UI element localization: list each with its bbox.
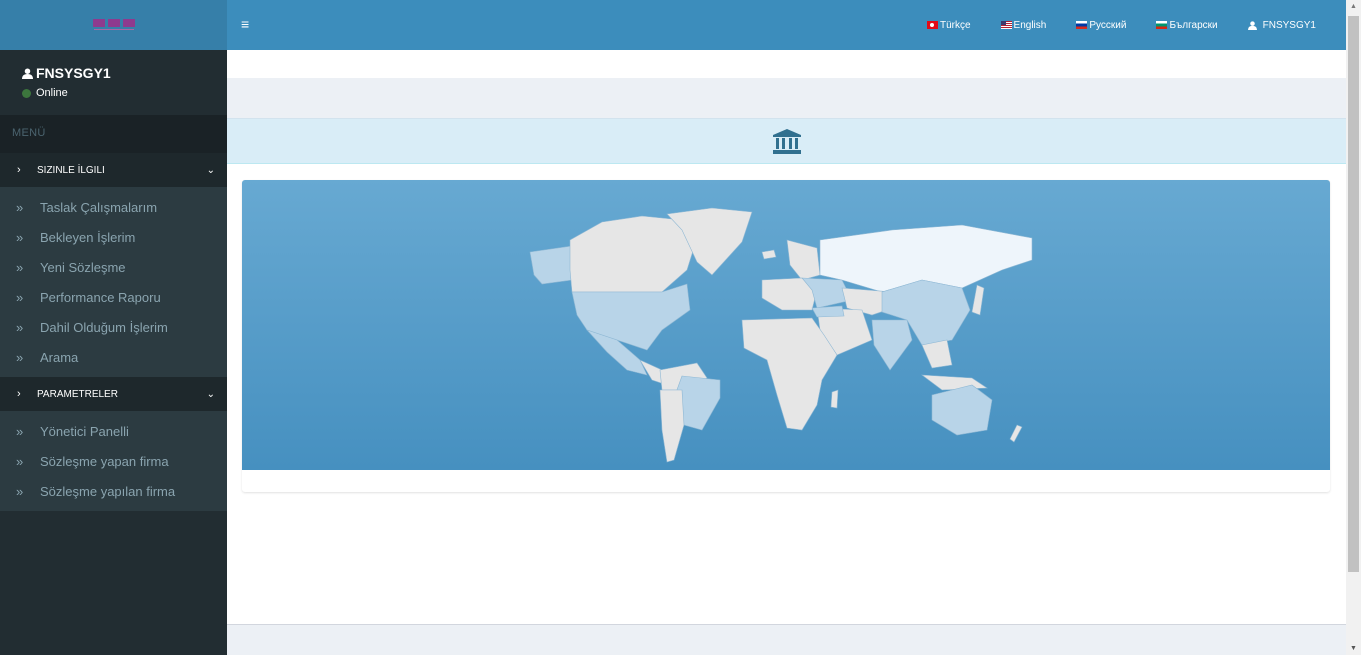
sidebar-toggle-icon[interactable]: ≡ — [241, 16, 249, 32]
user-panel: FNSYSGY1 Online — [0, 50, 227, 115]
map-region-iceland — [761, 249, 777, 260]
map-region-australia — [931, 384, 993, 436]
sidebar: FNSYSGY1 Online MENÜ › SIZINLE İLGILI ⌄ … — [0, 0, 227, 655]
menu-header: MENÜ — [0, 115, 227, 153]
page-scrollbar[interactable]: ▲ ▼ — [1346, 0, 1361, 655]
user-status: Online — [22, 87, 227, 99]
world-map[interactable] — [242, 180, 1330, 470]
content-wrapper — [227, 50, 1346, 655]
map-region-turkey — [811, 305, 845, 318]
sidebar-item-yonetici[interactable]: » Yönetici Panelli — [0, 416, 227, 446]
sidebar-item-taslak[interactable]: » Taslak Çalışmalarım — [0, 192, 227, 222]
company-logo-icon — [92, 19, 135, 30]
top-navbar: ≡ Türkçe English Русский Български FNSYS… — [227, 0, 1346, 50]
flag-ru-icon — [1076, 21, 1088, 29]
content-box — [227, 118, 1346, 625]
sidebar-item-label: Sözleşme yapılan firma — [40, 483, 176, 499]
user-icon — [1247, 20, 1257, 30]
logo[interactable] — [0, 0, 227, 50]
map-region-canada — [569, 215, 698, 293]
lang-label: Български — [1169, 19, 1218, 31]
double-angle-right-icon: » — [16, 483, 24, 499]
scroll-up-icon[interactable]: ▲ — [1350, 3, 1357, 10]
map-region-new-zealand — [1009, 424, 1023, 443]
chevron-right-icon: › — [17, 388, 21, 400]
map-region-scandinavia — [786, 239, 821, 281]
sidebar-item-label: Yeni Sözleşme — [40, 259, 126, 275]
sidebar-item-arama[interactable]: » Arama — [0, 342, 227, 372]
box-header — [227, 119, 1346, 164]
map-region-india — [871, 319, 913, 371]
menu-group-title: SIZINLE İLGILI — [37, 164, 105, 176]
sidebar-item-label: Yönetici Panelli — [40, 423, 129, 439]
sidebar-item-performance[interactable]: » Performance Raporu — [0, 282, 227, 312]
double-angle-right-icon: » — [16, 453, 24, 469]
map-region-usa — [571, 283, 691, 351]
chevron-down-icon: ⌄ — [206, 388, 215, 400]
map-region-alaska — [529, 245, 573, 285]
double-angle-right-icon: » — [16, 259, 24, 275]
map-region-andes — [659, 389, 685, 463]
menu-group-sizinle-ilgili[interactable]: › SIZINLE İLGILI ⌄ — [0, 153, 227, 187]
sidebar-item-bekleyen[interactable]: » Bekleyen İşlerim — [0, 222, 227, 252]
flag-bg-icon — [1156, 21, 1168, 29]
lang-russian[interactable]: Русский — [1076, 20, 1126, 31]
chevron-down-icon: ⌄ — [206, 164, 215, 176]
bank-icon — [772, 128, 801, 154]
top-nav: Türkçe English Русский Български FNSYSGY… — [926, 0, 1316, 50]
map-region-southeast-asia — [921, 339, 953, 369]
world-map-svg — [529, 207, 1033, 463]
double-angle-right-icon: » — [16, 289, 24, 305]
lang-label: Türkçe — [939, 19, 971, 31]
menu-group-title: PARAMETRELER — [37, 388, 118, 400]
map-region-indonesia — [921, 374, 988, 391]
user-icon — [22, 67, 33, 79]
user-menu-label: FNSYSGY1 — [1262, 19, 1316, 31]
sidebar-item-yeni-sozlesme[interactable]: » Yeni Sözleşme — [0, 252, 227, 282]
double-angle-right-icon: » — [16, 199, 24, 215]
double-angle-right-icon: » — [16, 229, 24, 245]
sidebar-item-label: Bekleyen İşlerim — [40, 229, 136, 245]
scrollbar-thumb[interactable] — [1348, 16, 1359, 572]
submenu-parametreler: » Yönetici Panelli » Sözleşme yapan firm… — [0, 411, 227, 511]
flag-tr-icon — [926, 21, 938, 29]
sidebar-item-sozlesme-yapilan[interactable]: » Sözleşme yapılan firma — [0, 476, 227, 506]
sidebar-item-label: Performance Raporu — [40, 289, 161, 305]
status-text: Online — [36, 87, 68, 99]
lang-label: Русский — [1089, 19, 1127, 31]
sidebar-item-sozlesme-yapan[interactable]: » Sözleşme yapan firma — [0, 446, 227, 476]
scroll-down-icon[interactable]: ▼ — [1350, 645, 1357, 652]
double-angle-right-icon: » — [16, 319, 24, 335]
map-region-madagascar — [830, 389, 839, 409]
lang-bulgarian[interactable]: Български — [1156, 19, 1218, 31]
sidebar-item-dahil[interactable]: » Dahil Olduğum İşlerim — [0, 312, 227, 342]
submenu-sizinle-ilgili: » Taslak Çalışmalarım » Bekleyen İşlerim… — [0, 187, 227, 377]
sidebar-item-label: Sözleşme yapan firma — [40, 453, 169, 469]
double-angle-right-icon: » — [16, 349, 24, 365]
lang-label: English — [1013, 19, 1047, 31]
double-angle-right-icon: » — [16, 423, 24, 439]
content-header-strip — [227, 50, 1346, 78]
sidebar-item-label: Taslak Çalışmalarım — [40, 199, 158, 215]
sidebar-item-label: Dahil Olduğum İşlerim — [40, 319, 168, 335]
user-name: FNSYSGY1 — [36, 65, 111, 81]
sidebar-item-label: Arama — [40, 349, 79, 365]
menu-group-parametreler[interactable]: › PARAMETRELER ⌄ — [0, 377, 227, 411]
chevron-right-icon: › — [17, 164, 21, 176]
flag-us-icon — [1000, 21, 1012, 29]
user-menu[interactable]: FNSYSGY1 — [1247, 19, 1316, 31]
online-dot-icon — [22, 88, 31, 98]
map-region-africa — [741, 317, 838, 431]
map-region-japan — [971, 284, 985, 316]
lang-turkce[interactable]: Türkçe — [926, 19, 971, 31]
lang-english[interactable]: English — [1000, 19, 1047, 31]
world-map-panel — [242, 180, 1330, 492]
user-panel-name-row: FNSYSGY1 — [22, 65, 227, 81]
